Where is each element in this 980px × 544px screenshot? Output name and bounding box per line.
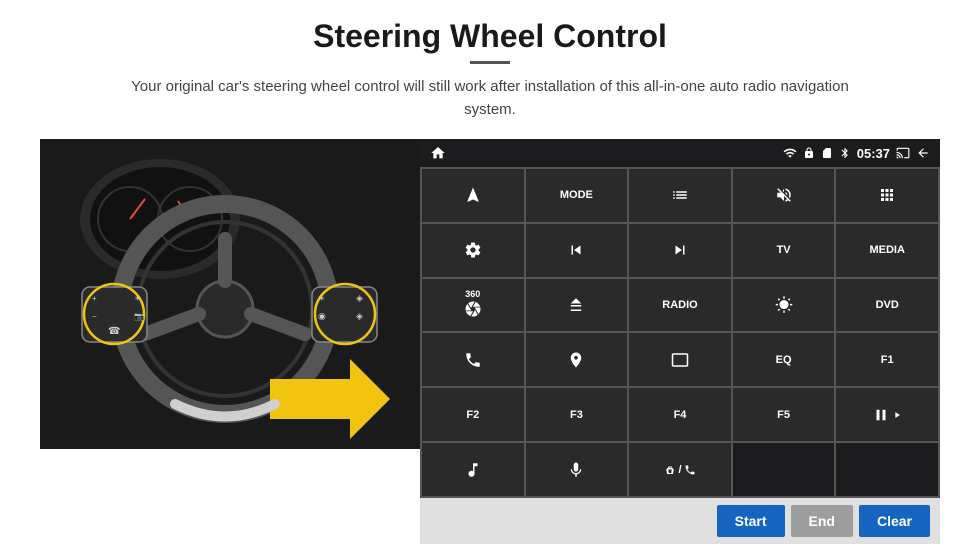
- btn-mic[interactable]: [526, 443, 628, 496]
- btn-nav[interactable]: [422, 169, 524, 222]
- btn-dvd[interactable]: DVD: [836, 279, 938, 332]
- btn-settings[interactable]: [422, 224, 524, 277]
- btn-f5[interactable]: F5: [733, 388, 835, 441]
- btn-f1[interactable]: F1: [836, 333, 938, 386]
- page-title: Steering Wheel Control: [313, 18, 667, 55]
- btn-next[interactable]: [629, 224, 731, 277]
- btn-brightness[interactable]: [733, 279, 835, 332]
- btn-prev[interactable]: [526, 224, 628, 277]
- btn-tv[interactable]: TV: [733, 224, 835, 277]
- svg-text:📷: 📷: [134, 312, 144, 321]
- svg-text:◈: ◈: [356, 311, 363, 321]
- cast-icon: [896, 146, 910, 160]
- svg-text:◉: ◉: [318, 311, 326, 321]
- btn-maps[interactable]: [526, 333, 628, 386]
- btn-eject[interactable]: [526, 279, 628, 332]
- status-bar: 05:37: [420, 139, 940, 167]
- steering-wheel-image: + ☀ − 📷 ☎ ☀ ◈ ◉ ◈: [40, 139, 420, 449]
- btn-apps[interactable]: [836, 169, 938, 222]
- btn-music[interactable]: [422, 443, 524, 496]
- btn-list[interactable]: [629, 169, 731, 222]
- content-area: + ☀ − 📷 ☎ ☀ ◈ ◉ ◈: [40, 139, 940, 544]
- btn-f2[interactable]: F2: [422, 388, 524, 441]
- svg-text:◈: ◈: [356, 293, 363, 303]
- page-subtitle: Your original car's steering wheel contr…: [130, 76, 850, 121]
- btn-empty-1: [733, 443, 835, 496]
- wifi-icon: [783, 146, 797, 160]
- btn-screen[interactable]: [629, 333, 731, 386]
- clear-button[interactable]: Clear: [859, 505, 930, 537]
- start-button[interactable]: Start: [717, 505, 785, 537]
- btn-eq[interactable]: EQ: [733, 333, 835, 386]
- btn-mute[interactable]: [733, 169, 835, 222]
- button-grid: MODE TV: [420, 167, 940, 498]
- lock-icon: [803, 147, 815, 159]
- btn-phone[interactable]: [422, 333, 524, 386]
- btn-f4[interactable]: F4: [629, 388, 731, 441]
- btn-empty-2: [836, 443, 938, 496]
- btn-media[interactable]: MEDIA: [836, 224, 938, 277]
- btn-playpause[interactable]: [836, 388, 938, 441]
- btn-f3[interactable]: F3: [526, 388, 628, 441]
- btn-radio[interactable]: RADIO: [629, 279, 731, 332]
- sim-icon: [821, 147, 833, 159]
- svg-text:−: −: [92, 312, 97, 321]
- status-bar-right: 05:37: [783, 146, 930, 161]
- page-container: Steering Wheel Control Your original car…: [0, 0, 980, 544]
- bluetooth-icon: [839, 147, 851, 159]
- back-icon: [916, 146, 930, 160]
- svg-text:☎: ☎: [108, 326, 120, 337]
- head-unit-panel: 05:37 MODE: [420, 139, 940, 544]
- svg-text:☀: ☀: [318, 294, 325, 303]
- title-divider: [470, 61, 510, 64]
- btn-vol-phone[interactable]: /: [629, 443, 731, 496]
- bottom-action-bar: Start End Clear: [420, 498, 940, 544]
- btn-360cam[interactable]: 360: [422, 279, 524, 332]
- home-icon: [430, 145, 446, 161]
- status-bar-left: [430, 145, 446, 161]
- svg-text:+: +: [92, 294, 97, 303]
- svg-text:☀: ☀: [134, 294, 141, 303]
- end-button[interactable]: End: [791, 505, 853, 537]
- btn-mode[interactable]: MODE: [526, 169, 628, 222]
- time-display: 05:37: [857, 146, 890, 161]
